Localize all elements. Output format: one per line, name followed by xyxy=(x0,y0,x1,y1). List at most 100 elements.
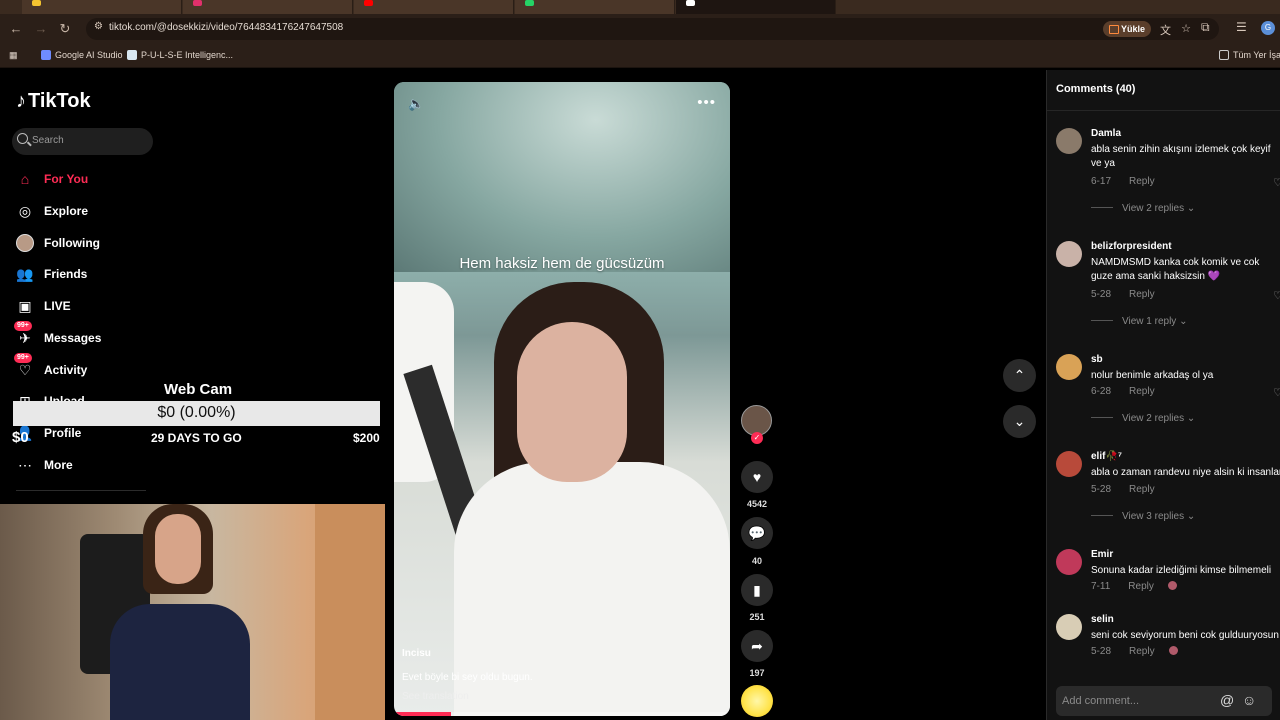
browser-tab[interactable] xyxy=(183,0,353,14)
address-bar[interactable]: ⚙ tiktok.com/@dosekkizi/video/7644834176… xyxy=(86,18,1219,40)
browser-tab-active[interactable] xyxy=(676,0,836,14)
browser-tab[interactable] xyxy=(354,0,514,14)
reply-button[interactable]: Reply xyxy=(1129,176,1155,187)
sidebar-item-live[interactable]: ▣ LIVE xyxy=(16,295,236,317)
translate-icon[interactable]: 文 xyxy=(1160,22,1171,38)
bookmark-icon: ▮ xyxy=(753,582,761,598)
bookmark-pulse[interactable]: P-U-L-S-E Intelligenc... xyxy=(127,50,233,60)
comment-like-icon[interactable]: ♡ xyxy=(1273,289,1280,302)
forward-icon[interactable]: → xyxy=(32,20,50,38)
see-translation-link[interactable]: See translation xyxy=(402,691,469,702)
webcam-goal-start: $0 xyxy=(12,429,29,446)
reading-list-icon[interactable]: ☰ xyxy=(1236,20,1247,34)
share-button[interactable]: ➦ xyxy=(741,630,773,662)
comment-avatar[interactable] xyxy=(1056,354,1082,380)
sidebar-item-for-you[interactable]: ⌂ For You xyxy=(16,168,236,190)
mention-icon[interactable]: @ xyxy=(1220,692,1234,708)
comment-meta: 6-28 Reply xyxy=(1091,386,1155,397)
ai-studio-icon xyxy=(41,50,51,60)
webcam-shirt xyxy=(110,604,250,720)
comments-title: Comments (40) xyxy=(1056,83,1135,95)
sidebar-item-following[interactable]: Following xyxy=(16,232,236,254)
comment-like-icon[interactable]: ♡ xyxy=(1273,386,1280,399)
comment-text: nolur benimle arkadaş ol ya xyxy=(1091,370,1214,381)
video-author[interactable]: Incisu xyxy=(402,648,431,659)
browser-tab[interactable] xyxy=(515,0,675,14)
comment-username[interactable]: elif🥀⁷ xyxy=(1091,451,1122,462)
comment-username[interactable]: belizforpresident xyxy=(1091,241,1172,252)
bookmark-google-ai-studio[interactable]: Google AI Studio xyxy=(41,50,123,60)
browser-tab-strip xyxy=(0,0,1280,14)
reply-button[interactable]: Reply xyxy=(1128,581,1154,592)
video-more-icon[interactable]: ••• xyxy=(697,94,716,111)
messages-icon: ✈ xyxy=(19,330,31,346)
messages-badge: 99+ xyxy=(14,321,32,331)
chevron-up-icon: ⌃ xyxy=(1013,367,1026,383)
sidebar-item-explore[interactable]: ◎ Explore xyxy=(16,200,236,222)
comment-avatar[interactable] xyxy=(1056,128,1082,154)
tab-favicon-icon xyxy=(686,0,695,6)
sidebar-item-messages[interactable]: ✈ 99+ Messages xyxy=(14,321,236,349)
comment-username[interactable]: Emir xyxy=(1091,549,1113,560)
sidebar-item-activity[interactable]: ♡ 99+ Activity xyxy=(14,353,236,381)
webcam-feed xyxy=(0,504,385,720)
comment-meta: 5-28 Reply xyxy=(1091,646,1178,657)
tab-favicon-icon xyxy=(32,0,41,6)
volume-icon[interactable]: 🔈 xyxy=(408,96,424,112)
sidebar-item-more[interactable]: ⋯ More xyxy=(16,454,236,476)
comment-button[interactable]: 💬 xyxy=(741,517,773,549)
next-video-button[interactable]: ⌄ xyxy=(1003,405,1036,438)
site-info-icon[interactable]: ⚙ xyxy=(94,21,103,32)
view-replies-button[interactable]: View 2 replies ⌄ xyxy=(1091,203,1195,214)
all-bookmarks-label: Tüm Yer İşar xyxy=(1233,50,1280,60)
view-replies-button[interactable]: View 1 reply ⌄ xyxy=(1091,316,1187,327)
view-replies-button[interactable]: View 2 replies ⌄ xyxy=(1091,413,1195,424)
like-button[interactable]: ♥ xyxy=(741,461,773,493)
reply-button[interactable]: Reply xyxy=(1129,646,1155,657)
bookmark-label: P-U-L-S-E Intelligenc... xyxy=(141,50,234,60)
comment-avatar[interactable] xyxy=(1056,241,1082,267)
comment-avatar[interactable] xyxy=(1056,451,1082,477)
browser-tab[interactable] xyxy=(22,0,182,14)
install-app-chip[interactable]: Yükle xyxy=(1102,21,1151,37)
comment-username[interactable]: sb xyxy=(1091,354,1103,365)
emoji-icon[interactable]: ☺ xyxy=(1242,692,1256,708)
comment-username[interactable]: Damla xyxy=(1091,128,1121,139)
previous-video-button[interactable]: ⌃ xyxy=(1003,359,1036,392)
reply-button[interactable]: Reply xyxy=(1129,484,1155,495)
comment-meta: 7-11 Reply xyxy=(1091,581,1177,592)
follow-check-icon[interactable]: ✓ xyxy=(751,432,763,444)
sidebar-item-friends[interactable]: 👥 Friends xyxy=(16,263,236,285)
webcam-goal-days-left: 29 DAYS TO GO xyxy=(151,431,242,445)
comment-username[interactable]: selin xyxy=(1091,614,1114,625)
extensions-icon[interactable]: ⧉ xyxy=(1201,20,1210,35)
back-icon[interactable]: ← xyxy=(7,20,25,38)
comments-count: (40) xyxy=(1115,83,1136,95)
video-player[interactable]: Hem haksiz hem de gücsüzüm 🔈 ••• Incisu … xyxy=(394,82,730,716)
comment-meta: 5-28 Reply xyxy=(1091,484,1155,495)
comment-date: 6-17 xyxy=(1091,176,1112,187)
video-caption: Hem haksiz hem de gücsüzüm xyxy=(459,255,665,272)
add-comment-input[interactable]: Add comment... @ ☺ xyxy=(1056,686,1272,716)
reply-button[interactable]: Reply xyxy=(1129,386,1155,397)
reply-button[interactable]: Reply xyxy=(1129,289,1155,300)
video-progress-bar[interactable] xyxy=(394,712,730,716)
apps-grid-icon[interactable]: ▦ xyxy=(9,50,18,61)
tiktok-logo[interactable]: ♪ TikTok xyxy=(16,90,91,113)
bookmark-star-icon[interactable]: ☆ xyxy=(1181,22,1191,35)
comment-like-icon[interactable]: ♡ xyxy=(1273,176,1280,189)
browser-profile-avatar[interactable]: G xyxy=(1261,21,1275,35)
sidebar-divider xyxy=(16,490,146,491)
reload-icon[interactable]: ↻ xyxy=(56,20,74,38)
comment-icon: 💬 xyxy=(748,525,766,541)
view-replies-button[interactable]: View 3 replies ⌄ xyxy=(1091,511,1195,522)
comment-avatar[interactable] xyxy=(1056,614,1082,640)
tab-favicon-icon xyxy=(364,0,373,6)
search-input[interactable]: Search xyxy=(12,128,153,155)
comment-avatar[interactable] xyxy=(1056,549,1082,575)
music-disc-icon[interactable] xyxy=(741,685,773,717)
save-button[interactable]: ▮ xyxy=(741,574,773,606)
all-bookmarks-folder[interactable]: Tüm Yer İşar xyxy=(1219,50,1280,60)
tab-favicon-icon xyxy=(525,0,534,6)
search-icon xyxy=(17,133,28,144)
